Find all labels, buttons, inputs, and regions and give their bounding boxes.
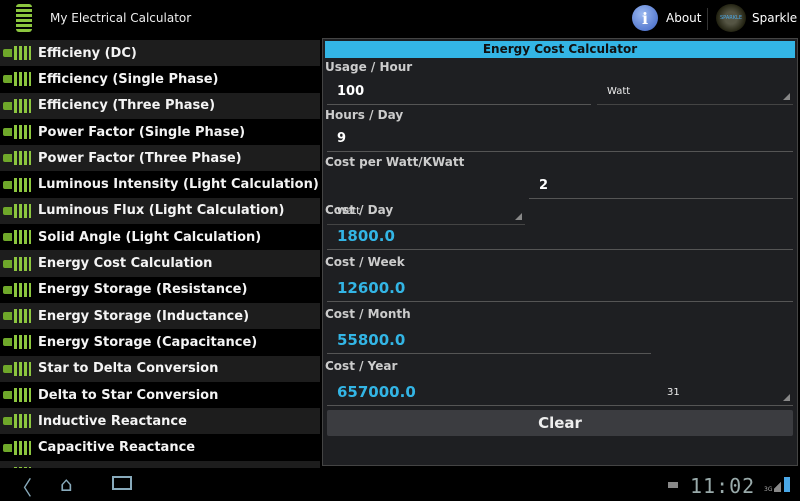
hours-input[interactable]: 9 — [327, 126, 793, 152]
bulb-icon — [3, 256, 33, 271]
sidebar-item[interactable]: Efficieny (DC) — [0, 40, 320, 67]
cost-week-label: Cost / Week — [325, 255, 405, 269]
divider — [707, 8, 708, 30]
sidebar-item[interactable]: Power Factor (Single Phase) — [0, 118, 320, 146]
energy-cost-panel: Energy Cost Calculator Usage / Hour 100 … — [322, 38, 798, 466]
bulb-icon — [3, 335, 33, 350]
sparkle-button[interactable]: SPARKLE Sparkle — [716, 4, 797, 32]
sidebar-item[interactable]: Energy Storage (Resistance) — [0, 276, 320, 303]
sidebar-item-label: Luminous Flux (Light Calculation) — [38, 203, 285, 219]
cost-month-label: Cost / Month — [325, 307, 411, 321]
sidebar-item-label: Energy Cost Calculation — [38, 256, 213, 272]
sidebar-item[interactable]: Capacitive Reactance — [0, 434, 320, 461]
usage-label: Usage / Hour — [325, 60, 413, 74]
sidebar-item[interactable]: Energy Storage (Inductance) — [0, 302, 320, 330]
sidebar-item[interactable]: Energy Storage (Capacitance) — [0, 329, 320, 356]
cost-day-label: Cost / Day — [325, 203, 394, 217]
sidebar-item[interactable]: Delta to Star Conversion — [0, 381, 320, 409]
sidebar-item[interactable]: Power Factor (Three Phase) — [0, 145, 320, 172]
about-label: About — [666, 11, 702, 25]
cost-month-output: 55800.0 — [327, 327, 651, 354]
sidebar-item-label: Delta to Star Conversion — [38, 387, 219, 403]
app-logo-bulb-icon — [16, 4, 32, 32]
calculator-list: Efficieny (DC) Efficiency (Single Phase) E… — [0, 40, 320, 468]
bulb-icon — [3, 203, 33, 218]
bulb-icon — [3, 72, 33, 87]
sidebar-item-label: Luminous Intensity (Light Calculation) — [38, 177, 319, 193]
cost-per-unit-label: Cost per Watt/KWatt — [325, 155, 465, 169]
action-bar: My Electrical Calculator i About SPARKLE… — [0, 0, 800, 38]
hours-label: Hours / Day — [325, 108, 404, 122]
sidebar-item-label: Efficieny (DC) — [38, 45, 137, 61]
bulb-icon — [3, 282, 33, 297]
sidebar-item-label: Star to Delta Conversion — [38, 361, 219, 377]
bulb-icon — [3, 177, 33, 192]
bulb-icon — [3, 46, 33, 61]
cost-week-output: 12600.0 — [327, 275, 793, 302]
cost-year-label: Cost / Year — [325, 359, 398, 373]
sidebar-item[interactable]: Efficiency (Single Phase) — [0, 66, 320, 93]
sidebar-item[interactable]: Luminous Intensity (Light Calculation) — [0, 171, 320, 198]
home-icon[interactable]: ⌂ — [60, 472, 73, 496]
recent-apps-icon[interactable] — [112, 476, 132, 490]
network-type: 3G — [764, 486, 773, 493]
bulb-icon — [3, 151, 33, 166]
sparkle-label: Sparkle — [752, 11, 798, 25]
info-icon: i — [632, 5, 658, 31]
usage-unit-dropdown[interactable]: Watt — [597, 79, 793, 105]
cost-input[interactable]: 2 — [529, 173, 793, 199]
sidebar-item[interactable]: Star to Delta Conversion — [0, 355, 320, 382]
sidebar-item-label: Efficiency (Single Phase) — [38, 71, 219, 87]
bulb-icon — [3, 230, 33, 245]
system-nav-bar: 〈 ⌂ 11:02 3G — [0, 470, 800, 500]
sidebar-item-label: Energy Storage (Resistance) — [38, 282, 248, 298]
sidebar-item[interactable] — [0, 460, 320, 468]
clear-button[interactable]: Clear — [327, 410, 793, 436]
sidebar-item[interactable]: Solid Angle (Light Calculation) — [0, 224, 320, 251]
sidebar-item-label: Power Factor (Single Phase) — [38, 124, 246, 140]
bulb-icon — [3, 98, 33, 113]
sidebar-item[interactable]: Efficiency (Three Phase) — [0, 92, 320, 119]
keyboard-icon — [668, 482, 678, 488]
sidebar-item[interactable]: Inductive Reactance — [0, 408, 320, 435]
sparkle-logo-icon: SPARKLE — [716, 4, 746, 32]
usage-input[interactable]: 100 — [327, 79, 591, 105]
clock: 11:02 — [690, 474, 756, 498]
sidebar-item-label: Energy Storage (Capacitance) — [38, 334, 258, 350]
sidebar-item[interactable]: Luminous Flux (Light Calculation) — [0, 197, 320, 225]
bulb-icon — [3, 361, 33, 376]
bulb-icon — [3, 309, 33, 324]
sidebar-item-label: Energy Storage (Inductance) — [38, 308, 250, 324]
bulb-icon — [3, 125, 33, 140]
bulb-icon — [3, 414, 33, 429]
app-title: My Electrical Calculator — [50, 11, 192, 25]
battery-icon — [784, 477, 790, 492]
bulb-icon — [3, 466, 33, 468]
back-icon[interactable]: 〈 — [12, 472, 32, 501]
sidebar-item-label: Inductive Reactance — [38, 413, 187, 429]
cost-year-output: 657000.0 — [327, 379, 793, 406]
about-button[interactable]: i About — [632, 4, 701, 32]
bulb-icon — [3, 388, 33, 402]
sidebar-item-label: Solid Angle (Light Calculation) — [38, 229, 262, 245]
signal-icon — [774, 478, 781, 492]
sidebar-item-label: Efficiency (Three Phase) — [38, 98, 216, 114]
sidebar-item[interactable]: Energy Cost Calculation — [0, 250, 320, 277]
cost-day-output: 1800.0 — [327, 223, 793, 250]
panel-title: Energy Cost Calculator — [325, 41, 795, 58]
sidebar-item-label: Power Factor (Three Phase) — [38, 150, 242, 166]
bulb-icon — [3, 440, 33, 455]
sidebar-item-label: Capacitive Reactance — [38, 440, 196, 456]
